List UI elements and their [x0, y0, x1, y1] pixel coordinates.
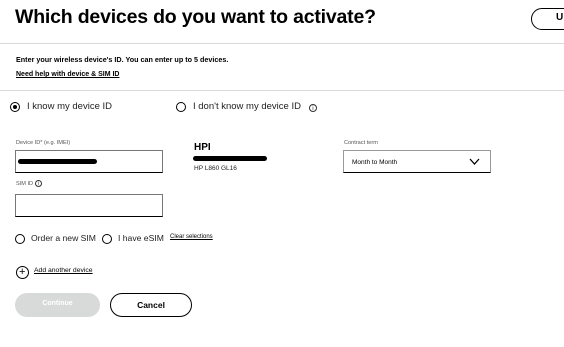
contract-term-value: Month to Month	[352, 159, 398, 166]
dont-know-device-id-radio[interactable]	[176, 102, 186, 112]
esim-radio[interactable]	[102, 234, 112, 244]
clear-selections-link[interactable]: Clear selections	[170, 234, 213, 240]
intro-divider	[0, 90, 564, 91]
intro-text: Enter your wireless device's ID. You can…	[16, 55, 229, 64]
info-icon[interactable]: i	[309, 104, 317, 112]
page-title: Which devices do you want to activate?	[15, 6, 376, 28]
device-model: HP L860 GL16	[194, 165, 237, 172]
continue-button-label: Continue	[42, 300, 73, 307]
chevron-down-icon	[469, 158, 480, 165]
device-sim-help-link[interactable]: Need help with device & SIM ID	[16, 71, 119, 78]
top-right-button[interactable]: U	[531, 8, 564, 30]
device-name: HPI	[194, 142, 211, 153]
dont-know-device-id-label[interactable]: I don't know my device ID	[193, 101, 301, 112]
order-new-sim-label[interactable]: Order a new SIM	[31, 233, 96, 243]
contract-term-label: Contract term	[344, 140, 378, 146]
add-device-icon[interactable]: +	[16, 266, 29, 279]
add-another-device-link[interactable]: Add another device	[34, 267, 93, 274]
sim-id-input[interactable]	[15, 194, 163, 217]
know-device-id-radio[interactable]	[10, 102, 20, 112]
order-new-sim-radio[interactable]	[15, 234, 25, 244]
top-right-button-label: U	[556, 12, 564, 23]
esim-label[interactable]: I have eSIM	[118, 233, 164, 243]
know-device-id-label[interactable]: I know my device ID	[27, 101, 112, 112]
sim-info-icon[interactable]: i	[35, 180, 42, 187]
redacted-serial	[193, 156, 267, 161]
sim-id-label: SIM ID	[16, 181, 34, 187]
contract-term-select[interactable]: Month to Month	[343, 150, 491, 173]
redacted-device-id	[18, 159, 97, 164]
cancel-button-label: Cancel	[137, 300, 165, 310]
header-divider	[0, 43, 564, 44]
continue-button[interactable]: Continue	[15, 293, 100, 317]
cancel-button[interactable]: Cancel	[110, 293, 192, 317]
device-id-field-label: Device ID* (e.g. IMEI)	[16, 140, 71, 146]
